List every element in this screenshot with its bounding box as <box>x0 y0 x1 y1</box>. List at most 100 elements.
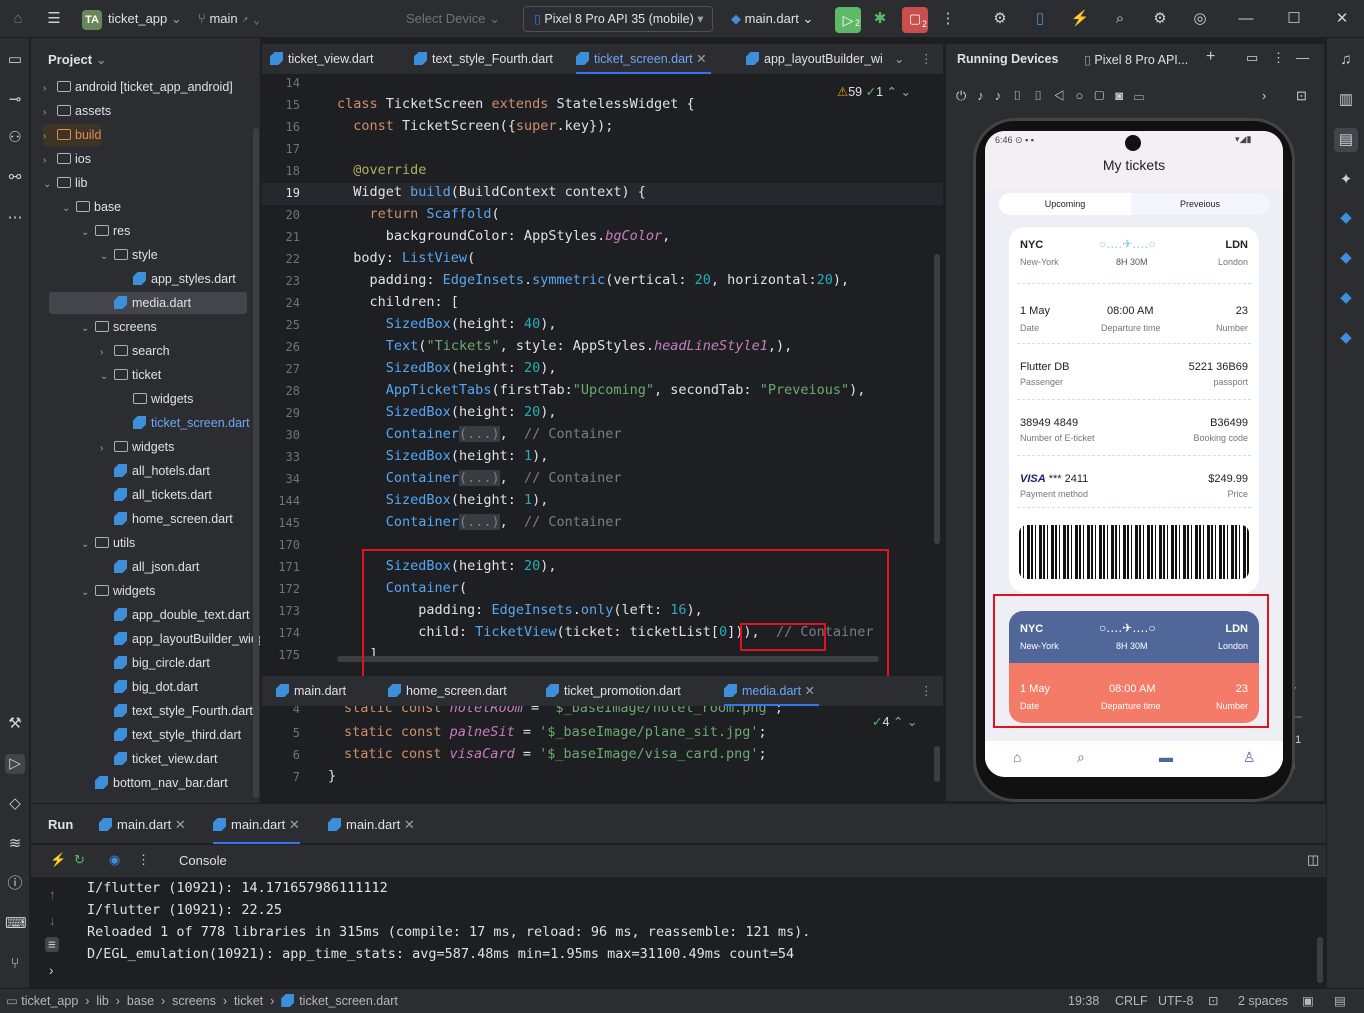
crumb-file[interactable]: ticket_screen.dart <box>299 994 398 1008</box>
tree-item[interactable]: ⌄ ticket <box>100 364 161 386</box>
add-device-icon[interactable]: + <box>1206 48 1215 66</box>
screenshot-icon[interactable]: ⊡ <box>1296 88 1307 104</box>
console-scrollbar[interactable] <box>1317 937 1323 983</box>
tab-upcoming[interactable]: Upcoming <box>999 193 1131 215</box>
code-editor-2[interactable]: ✓4 ⌃ ⌄ 4 static const hotelRoom = '$_base… <box>262 706 943 801</box>
home-nav-icon[interactable]: ⌂ <box>1013 749 1021 765</box>
console-tab[interactable]: Console <box>179 853 227 868</box>
tree-item[interactable]: ticket_screen.dart <box>119 412 250 434</box>
commit-tool-icon[interactable]: ⊸ <box>5 90 25 110</box>
notifications-icon[interactable]: ♫ <box>1336 50 1356 70</box>
devtools-icon[interactable]: ◉ <box>109 852 120 868</box>
tree-item[interactable]: app_layoutBuilder_widg <box>100 628 260 650</box>
memory-icon[interactable]: ▤ <box>1334 989 1346 1013</box>
expand-arrow-icon[interactable]: › <box>100 438 114 460</box>
device-dropdown[interactable]: ▯ Pixel 8 Pro API 35 (mobile) ▾ <box>523 6 713 32</box>
expand-arrow-icon[interactable]: › <box>100 342 114 364</box>
file-encoding[interactable]: UTF-8 <box>1158 989 1193 1013</box>
crumb-ticket[interactable]: ticket <box>234 994 263 1008</box>
project-tool-icon[interactable]: ▭ <box>5 50 25 70</box>
resource-manager-icon[interactable]: ⚯ <box>5 168 25 188</box>
ticket-nav-icon[interactable]: ▬ <box>1159 749 1173 765</box>
hot-reload-icon[interactable]: ⚡ <box>1070 9 1090 29</box>
debug-icon[interactable]: ✱ <box>870 9 890 29</box>
scroll-down-icon[interactable]: ↓ <box>49 913 56 928</box>
device-toolbar[interactable]: ⏻♪♪▯▯◁○▢◙▭ <box>956 88 1155 104</box>
tree-item[interactable]: all_tickets.dart <box>100 484 212 506</box>
layout-toggle-icon[interactable]: ◫ <box>1307 852 1319 868</box>
more-tools-icon[interactable]: ⋯ <box>5 208 25 228</box>
tree-item[interactable]: home_screen.dart <box>100 508 233 530</box>
minimize-icon[interactable]: — <box>1236 9 1256 29</box>
console-more-icon[interactable]: ⋮ <box>137 852 150 868</box>
tree-item[interactable]: text_style_third.dart <box>100 724 241 746</box>
editor-more-icon[interactable]: ⋮ <box>920 676 933 706</box>
project-panel-title[interactable]: Project ⌄ <box>48 52 107 68</box>
expand-icon[interactable]: › <box>49 963 54 978</box>
tree-item[interactable]: › build <box>43 124 102 148</box>
more-actions-icon[interactable]: ⋮ <box>938 9 958 29</box>
logcat-tool-icon[interactable]: ≋ <box>5 834 25 854</box>
tree-item[interactable]: ticket_view.dart <box>100 748 217 770</box>
device-tab[interactable]: ▯ Pixel 8 Pro API... <box>1084 52 1188 67</box>
crumb-lib[interactable]: lib <box>96 994 109 1008</box>
console-output[interactable]: ↑ ↓ ≡ › I/flutter (10921): 14.1716579861… <box>31 877 1326 987</box>
tab-app-layoutbuilder[interactable]: app_layoutBuilder_wi <box>746 44 886 74</box>
tree-item[interactable]: › search <box>100 340 170 362</box>
flutter-outline-icon[interactable]: ◆ <box>1336 248 1356 268</box>
tree-item[interactable]: text_style_Fourth.dart <box>100 700 253 722</box>
gradle-icon[interactable]: ▥ <box>1336 90 1356 110</box>
expand-arrow-icon[interactable]: ⌄ <box>81 318 95 340</box>
flutter-performance-icon[interactable]: ◆ <box>1336 288 1356 308</box>
tree-item[interactable]: bottom_nav_bar.dart <box>81 772 228 794</box>
terminal-tool-icon[interactable]: ⌨ <box>5 914 27 934</box>
crumb-project[interactable]: ticket_app <box>21 994 78 1008</box>
run-tool-icon[interactable]: ▷ <box>5 754 25 774</box>
close-tab-icon[interactable]: ✕ <box>805 684 815 698</box>
cursor-position[interactable]: 19:38 <box>1068 989 1099 1013</box>
run-tab-2[interactable]: main.dart ✕ <box>213 814 300 844</box>
branch-switcher[interactable]: ⑂ main ↗ ⌄ <box>198 8 261 30</box>
tab-previous[interactable]: Preveious <box>1131 193 1269 215</box>
expand-arrow-icon[interactable]: ⌄ <box>81 582 95 604</box>
lock-icon[interactable]: ▣ <box>1302 989 1314 1013</box>
git-tool-icon[interactable]: ⑂ <box>5 954 25 974</box>
tree-item[interactable]: big_circle.dart <box>100 652 210 674</box>
expand-arrow-icon[interactable]: ⌄ <box>100 366 114 388</box>
expand-arrow-icon[interactable]: › <box>43 78 57 100</box>
hot-reload-icon[interactable]: ⚡ <box>50 852 66 868</box>
maximize-icon[interactable]: ☐ <box>1284 9 1304 29</box>
crumb-screens[interactable]: screens <box>172 994 216 1008</box>
profile-nav-icon[interactable]: ♙ <box>1243 749 1256 766</box>
readonly-icon[interactable]: ⊡ <box>1208 989 1218 1013</box>
tree-item[interactable]: widgets <box>119 388 193 410</box>
expand-arrow-icon[interactable]: ⌄ <box>100 246 114 268</box>
project-switcher[interactable]: TA ticket_app ⌄ <box>82 8 182 30</box>
stop-button[interactable]: ▢ 2 <box>902 7 928 33</box>
flutter-devtools-icon[interactable]: ◆ <box>1336 328 1356 348</box>
search-nav-icon[interactable]: ⌕ <box>1077 749 1085 766</box>
tab-main[interactable]: main.dart <box>276 676 346 706</box>
tree-item[interactable]: big_dot.dart <box>100 676 198 698</box>
flutter-inspector-icon[interactable]: ◆ <box>1336 208 1356 228</box>
expand-arrow-icon[interactable]: ⌄ <box>81 222 95 244</box>
expand-arrow-icon[interactable]: › <box>43 102 57 124</box>
tree-item[interactable]: app_styles.dart <box>119 268 236 290</box>
run-tab-3[interactable]: main.dart ✕ <box>328 817 415 833</box>
tabs-dropdown-icon[interactable]: ⌄ <box>894 44 904 74</box>
crumb-base[interactable]: base <box>127 994 154 1008</box>
tab-ticket-view[interactable]: ticket_view.dart <box>270 44 373 74</box>
tab-media[interactable]: media.dart ✕ <box>724 676 820 706</box>
expand-arrow-icon[interactable]: › <box>43 150 57 172</box>
tree-item[interactable]: app_double_text.dart <box>100 604 249 626</box>
problems-tool-icon[interactable]: ⓘ <box>5 874 25 894</box>
run-tab-1[interactable]: main.dart ✕ <box>99 817 186 833</box>
tab-text-style-fourth[interactable]: text_style_Fourth.dart <box>414 44 553 74</box>
tree-item[interactable]: › widgets <box>100 436 174 458</box>
expand-arrow-icon[interactable]: › <box>43 126 57 148</box>
tree-item[interactable]: ⌄ widgets <box>81 580 155 602</box>
editor-scrollbar[interactable] <box>934 254 940 544</box>
hide-panel-icon[interactable]: — <box>1296 50 1309 65</box>
run-button[interactable]: ▷ 2 <box>835 7 861 33</box>
expand-arrow-icon[interactable]: ⌄ <box>81 534 95 556</box>
